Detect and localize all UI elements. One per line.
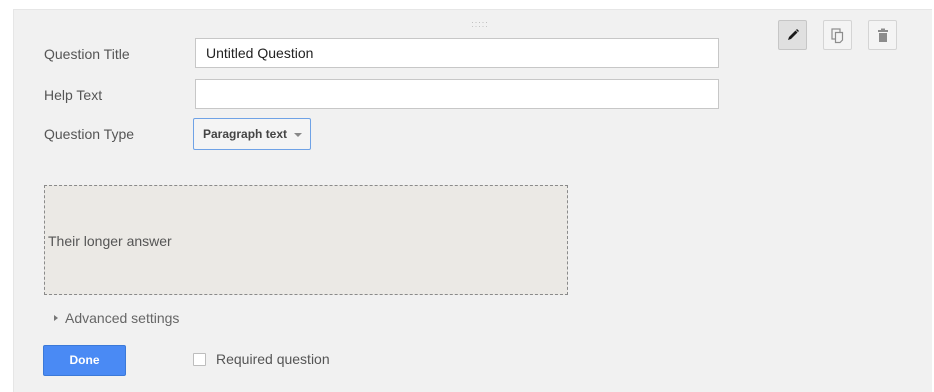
pencil-icon — [788, 29, 799, 40]
done-button[interactable]: Done — [43, 345, 126, 376]
advanced-settings-toggle[interactable]: Advanced settings — [54, 310, 179, 326]
required-question-checkbox[interactable] — [193, 353, 206, 366]
question-editor-card: ::::: Question Title Help Text Question — [13, 9, 932, 392]
expand-triangle-icon — [54, 315, 58, 321]
drag-handle-icon[interactable]: ::::: — [468, 20, 492, 29]
delete-button[interactable] — [868, 20, 897, 50]
question-title-input[interactable] — [195, 38, 719, 68]
help-text-label: Help Text — [44, 87, 103, 103]
page: ::::: Question Title Help Text Question — [0, 0, 934, 392]
edit-button[interactable] — [778, 20, 807, 50]
duplicate-icon — [831, 28, 844, 44]
question-type-dropdown[interactable]: Paragraph text — [193, 118, 311, 150]
answer-preview-box: Their longer answer — [44, 185, 568, 295]
trash-icon — [878, 28, 888, 42]
chevron-down-icon — [294, 133, 302, 137]
required-question-label[interactable]: Required question — [216, 351, 330, 367]
advanced-settings-label: Advanced settings — [65, 310, 180, 326]
question-title-label: Question Title — [44, 46, 130, 62]
question-type-label: Question Type — [44, 126, 135, 142]
question-type-value: Paragraph text — [203, 127, 288, 141]
help-text-input[interactable] — [195, 79, 719, 109]
duplicate-button[interactable] — [823, 20, 852, 50]
answer-preview-text: Their longer answer — [48, 233, 172, 249]
